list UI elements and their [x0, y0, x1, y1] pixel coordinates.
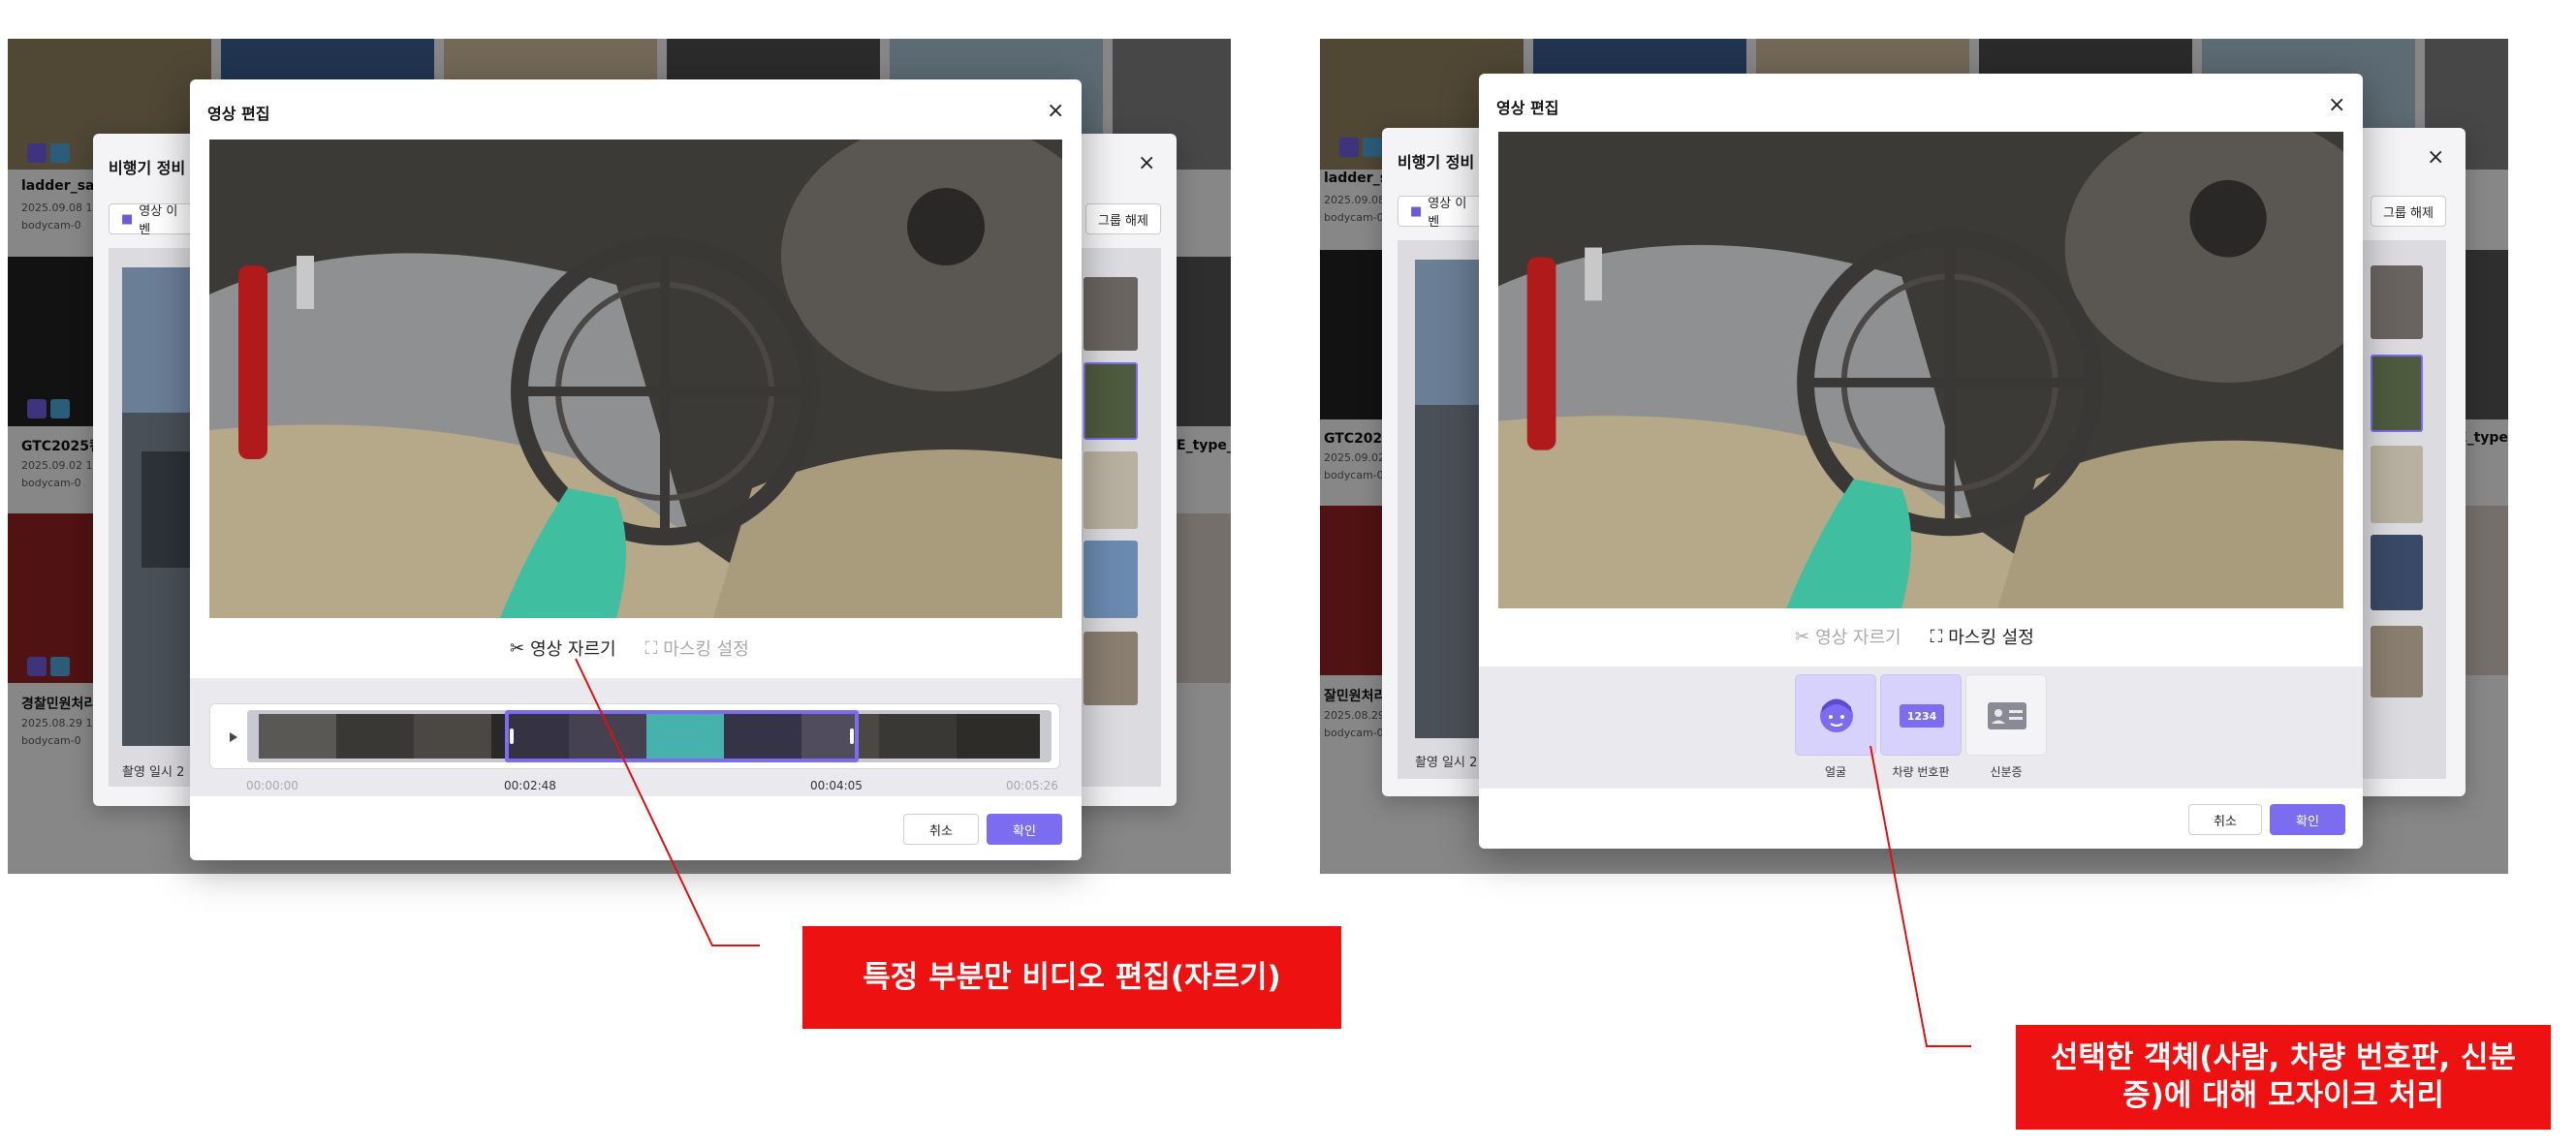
right-annotation-line [1869, 745, 1971, 1047]
left-callout-label: 특정 부분만 비디오 편집(자르기) [802, 926, 1341, 1029]
right-callout-label: 선택한 객체(사람, 차량 번호판, 신분증)에 대해 모자이크 처리 [2016, 1025, 2551, 1130]
left-annotation-line [575, 658, 760, 946]
